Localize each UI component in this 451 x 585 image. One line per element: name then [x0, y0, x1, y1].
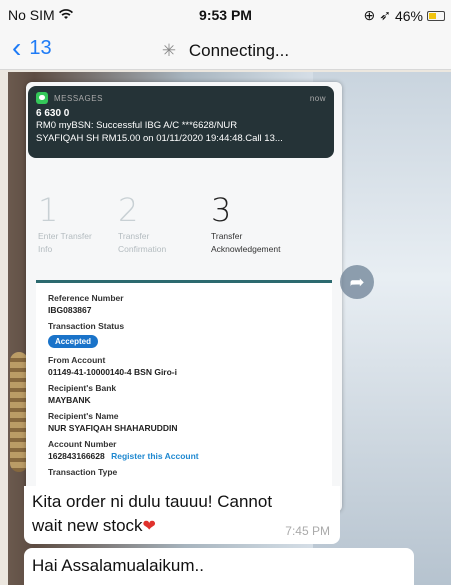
message-bubble[interactable]: Hai Assalamualaikum..	[24, 548, 414, 585]
forward-button[interactable]: ➦	[340, 265, 374, 299]
step-label-line-1: Transfer	[118, 231, 150, 241]
register-account-link: Register this Account	[111, 451, 199, 461]
image-caption-bubble[interactable]: Kita order ni dulu tauuu! Cannot wait ne…	[24, 486, 340, 544]
reference-value: IBG083867	[48, 305, 92, 315]
message-time: 7:45 PM	[285, 524, 330, 538]
step-label-line-2: Acknowledgement	[211, 244, 281, 254]
transfer-steps: 1 Enter Transfer Info 2 Transfer Confirm…	[26, 192, 342, 272]
step-number: 1	[38, 191, 59, 229]
step-1: 1 Enter Transfer Info	[38, 192, 128, 254]
spinner-icon: ✳	[161, 41, 177, 60]
transaction-type-label: Transaction Type	[48, 467, 118, 477]
forward-icon: ➦	[349, 272, 365, 292]
status-bar: No SIM 9:53 PM ⊕ ➶ 46%	[0, 0, 451, 30]
receipt-card: Reference Number IBG083867 Transaction S…	[36, 280, 332, 512]
step-label-line-2: Info	[38, 244, 53, 254]
recipient-bank-label: Recipient's Bank	[48, 383, 117, 393]
heart-emoji-icon: ❤	[142, 518, 156, 535]
recipient-name-value: NUR SYAFIQAH SHAHARUDDIN	[48, 423, 178, 433]
status-label: Transaction Status	[48, 321, 125, 331]
caption-line-2: wait new stock	[32, 516, 143, 535]
account-number-label: Account Number	[48, 439, 117, 449]
account-number-value: 162843166628	[48, 451, 105, 461]
status-icons: ⊕ ➶ 46%	[363, 7, 445, 24]
step-2: 2 Transfer Confirmation	[118, 192, 208, 254]
from-account-value: 01149-41-10000140-4 BSN Giro-i	[48, 367, 177, 377]
messages-app-icon	[36, 92, 48, 104]
location-icon: ➶	[379, 7, 391, 23]
notification-line-2: SYAFIQAH SH RM15.00 on 01/11/2020 19:44:…	[36, 133, 283, 144]
step-label-line-2: Confirmation	[118, 244, 167, 254]
notification-app-name: MESSAGES	[54, 93, 103, 103]
caption-line-1: Kita order ni dulu tauuu! Cannot	[32, 492, 273, 511]
notification-time: now	[309, 93, 326, 103]
from-account-label: From Account	[48, 355, 106, 365]
step-number: 3	[211, 191, 232, 229]
step-label-line-1: Transfer	[211, 231, 243, 241]
battery-icon	[427, 10, 445, 21]
sms-notification: MESSAGES now 6 630 0 RM0 myBSN: Successf…	[28, 86, 334, 158]
account-number-row: 162843166628 Register this Account	[48, 451, 320, 461]
step-3: 3 Transfer Acknowledgement	[211, 192, 301, 254]
connection-status-text: Connecting...	[188, 41, 290, 60]
alarm-icon: ⊕	[363, 7, 376, 23]
whatsapp-chat-screen: No SIM 9:53 PM ⊕ ➶ 46% ‹ 13 ✳ Connecting…	[0, 0, 451, 585]
notification-sender: 6 630 0	[36, 108, 70, 119]
bank-receipt-screenshot: MESSAGES now 6 630 0 RM0 myBSN: Successf…	[26, 82, 342, 512]
recipient-name-label: Recipient's Name	[48, 411, 119, 421]
step-label-line-1: Enter Transfer	[38, 231, 92, 241]
chat-header: ‹ 13 ✳ Connecting...	[0, 30, 451, 70]
recipient-bank-value: MAYBANK	[48, 395, 91, 405]
reference-label: Reference Number	[48, 293, 124, 303]
message-text: Hai Assalamualaikum..	[32, 556, 204, 575]
battery-percent: 46%	[394, 7, 423, 24]
notification-line-1: RM0 myBSN: Successful IBG A/C ***6628/NU…	[36, 120, 238, 131]
connection-status: ✳ Connecting...	[0, 41, 451, 61]
step-number: 2	[118, 191, 139, 229]
status-badge: Accepted	[48, 335, 99, 348]
